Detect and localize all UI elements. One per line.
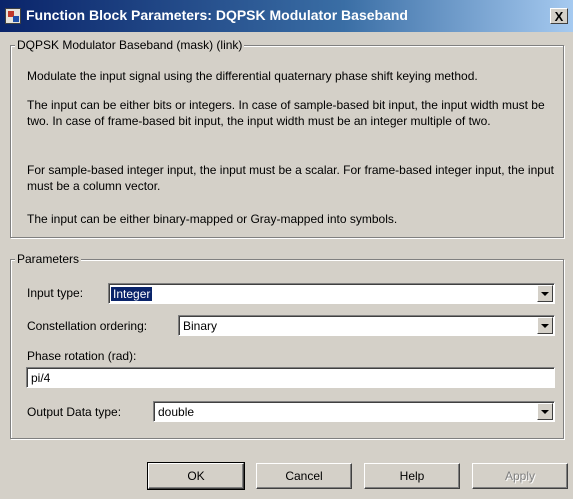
description-paragraph-2: The input can be either bits or integers… <box>27 98 545 128</box>
output-data-type-dropdown[interactable]: double <box>153 401 555 422</box>
mask-description-group: DQPSK Modulator Baseband (mask) (link) M… <box>10 38 564 238</box>
chevron-down-icon[interactable] <box>537 403 553 420</box>
parameters-legend: Parameters <box>15 252 82 266</box>
phase-rotation-input[interactable]: pi/4 <box>26 367 555 388</box>
output-data-type-value: double <box>158 405 195 419</box>
close-button[interactable]: X <box>550 8 568 24</box>
description-paragraph-3: For sample-based integer input, the inpu… <box>27 163 554 193</box>
constellation-ordering-label: Constellation ordering: <box>27 319 148 333</box>
window-title: Function Block Parameters: DQPSK Modulat… <box>26 7 408 23</box>
description-paragraph-4: The input can be either binary-mapped or… <box>27 212 398 226</box>
help-button[interactable]: Help <box>364 463 460 489</box>
output-data-type-label: Output Data type: <box>27 405 122 419</box>
title-bar[interactable]: Function Block Parameters: DQPSK Modulat… <box>0 0 573 32</box>
input-type-dropdown[interactable]: Integer <box>108 283 555 304</box>
apply-button[interactable]: Apply <box>472 463 568 489</box>
description-paragraph-1: Modulate the input signal using the diff… <box>27 69 478 83</box>
phase-rotation-label: Phase rotation (rad): <box>27 349 137 363</box>
mask-legend: DQPSK Modulator Baseband (mask) (link) <box>15 38 245 52</box>
simulink-block-icon <box>5 8 21 24</box>
chevron-down-icon[interactable] <box>537 317 553 334</box>
phase-rotation-value: pi/4 <box>31 371 51 385</box>
ok-button[interactable]: OK <box>147 462 245 490</box>
constellation-ordering-dropdown[interactable]: Binary <box>178 315 555 336</box>
cancel-button[interactable]: Cancel <box>256 463 352 489</box>
input-type-label: Input type: <box>27 286 84 300</box>
chevron-down-icon[interactable] <box>537 285 553 302</box>
input-type-value: Integer <box>109 286 154 302</box>
constellation-ordering-value: Binary <box>183 319 218 333</box>
